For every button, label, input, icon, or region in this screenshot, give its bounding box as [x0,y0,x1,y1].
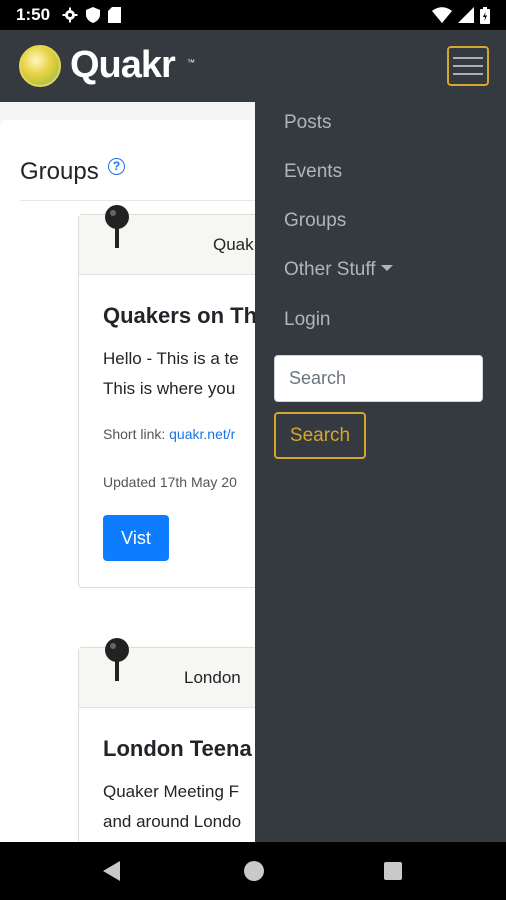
group-description-line: Quaker Meeting F [103,782,240,801]
status-time: 1:50 [16,5,51,24]
short-link[interactable]: quakr.net/r [169,426,235,442]
nav-item-other-stuff[interactable]: Other Stuff [284,259,393,281]
system-nav-bar [0,842,506,900]
group-description-line: This is where you [103,379,236,398]
home-icon[interactable] [244,861,264,881]
shield-icon [86,7,101,23]
back-icon[interactable] [103,861,120,881]
group-location: Quak [213,235,254,254]
short-link-label: Short link: [103,426,170,442]
updated-date: Updated 17th May 20 [103,474,237,490]
group-location: London [184,668,241,687]
group-description-line: and around Londo [103,812,242,831]
recent-apps-icon[interactable] [384,862,402,880]
sd-card-icon [108,7,122,23]
nav-item-posts[interactable]: Posts [284,112,332,134]
map-pin-icon [105,638,129,681]
group-title: London Teena [103,736,252,761]
logo-icon [19,45,61,87]
nav-item-events[interactable]: Events [284,161,342,183]
app-header: Quakr ™ [0,30,506,102]
app-logo-text[interactable]: Quakr [70,44,176,87]
search-input[interactable] [274,355,483,402]
visit-button[interactable]: Vist [103,515,169,561]
nav-drawer: Posts Events Groups Other Stuff Login Se… [255,102,506,842]
battery-icon [480,6,490,24]
settings-icon [62,7,78,23]
status-bar: 1:50 [0,0,506,30]
help-icon[interactable]: ? [108,158,125,175]
search-button[interactable]: Search [274,412,366,459]
group-title: Quakers on Th [103,303,258,328]
group-description-line: Hello - This is a te [103,349,239,368]
signal-icon [458,7,474,23]
nav-item-label: Other Stuff [284,259,376,280]
caret-down-icon [380,265,393,272]
wifi-icon [432,7,452,23]
short-link-row: Short link: quakr.net/r [103,426,235,442]
hamburger-menu-icon[interactable] [447,46,489,86]
map-pin-icon [105,205,129,248]
app-screen: 1:50 Quakr ™ Groups ? Quak Quakers on Th… [0,0,506,900]
trademark-mark: ™ [187,58,195,67]
nav-item-login[interactable]: Login [284,309,331,331]
nav-item-groups[interactable]: Groups [284,210,346,232]
page-title: Groups [20,158,99,185]
